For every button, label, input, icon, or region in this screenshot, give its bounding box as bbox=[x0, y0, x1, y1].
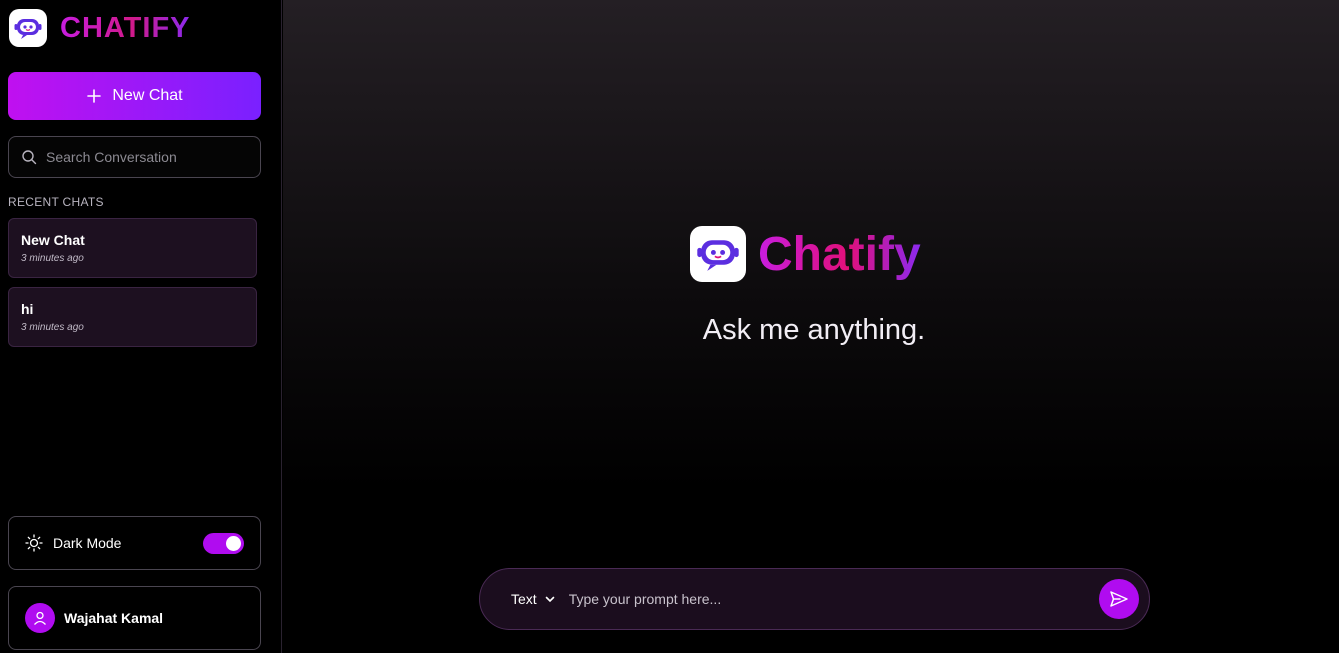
prompt-input[interactable] bbox=[568, 591, 1069, 607]
brand-name: CHATIFY bbox=[60, 11, 191, 44]
robot-icon bbox=[690, 226, 746, 282]
hero-title: Chatify bbox=[758, 227, 921, 281]
chat-title: hi bbox=[21, 301, 34, 317]
user-icon bbox=[25, 603, 55, 633]
prompt-bar: Text bbox=[479, 568, 1150, 630]
dark-mode-toggle[interactable] bbox=[203, 533, 244, 554]
send-icon bbox=[1110, 591, 1128, 607]
chat-time: 3 minutes ago bbox=[21, 322, 84, 333]
search-box[interactable] bbox=[8, 136, 261, 178]
robot-icon bbox=[9, 9, 47, 47]
chat-title: New Chat bbox=[21, 232, 85, 248]
recent-chats-heading: RECENT CHATS bbox=[8, 195, 104, 209]
user-name: Wajahat Kamal bbox=[64, 610, 164, 626]
plus-icon bbox=[87, 89, 102, 103]
hero-brand: Chatify bbox=[690, 226, 921, 282]
sidebar: CHATIFY New Chat RECENT CHATS New Chat 3… bbox=[0, 0, 282, 653]
chat-time: 3 minutes ago bbox=[21, 253, 84, 264]
dark-mode-label: Dark Mode bbox=[53, 535, 122, 551]
sun-icon bbox=[25, 534, 43, 552]
search-icon bbox=[22, 150, 37, 165]
chevron-down-icon bbox=[545, 596, 554, 603]
dark-mode-setting: Dark Mode bbox=[8, 516, 261, 570]
chat-item[interactable]: New Chat 3 minutes ago bbox=[8, 218, 257, 278]
tagline: Ask me anything. bbox=[702, 314, 926, 346]
main-panel: Chatify Ask me anything. Text bbox=[283, 0, 1339, 653]
new-chat-label: New Chat bbox=[112, 87, 183, 104]
brand[interactable]: CHATIFY bbox=[9, 9, 191, 47]
user-profile[interactable]: Wajahat Kamal bbox=[8, 586, 261, 650]
chat-item[interactable]: hi 3 minutes ago bbox=[8, 287, 257, 347]
new-chat-button[interactable]: New Chat bbox=[8, 72, 261, 120]
search-input[interactable] bbox=[46, 149, 246, 165]
toggle-knob bbox=[226, 536, 241, 551]
mode-select[interactable]: Text bbox=[511, 591, 555, 607]
mode-selected: Text bbox=[511, 591, 537, 607]
send-button[interactable] bbox=[1099, 579, 1139, 619]
